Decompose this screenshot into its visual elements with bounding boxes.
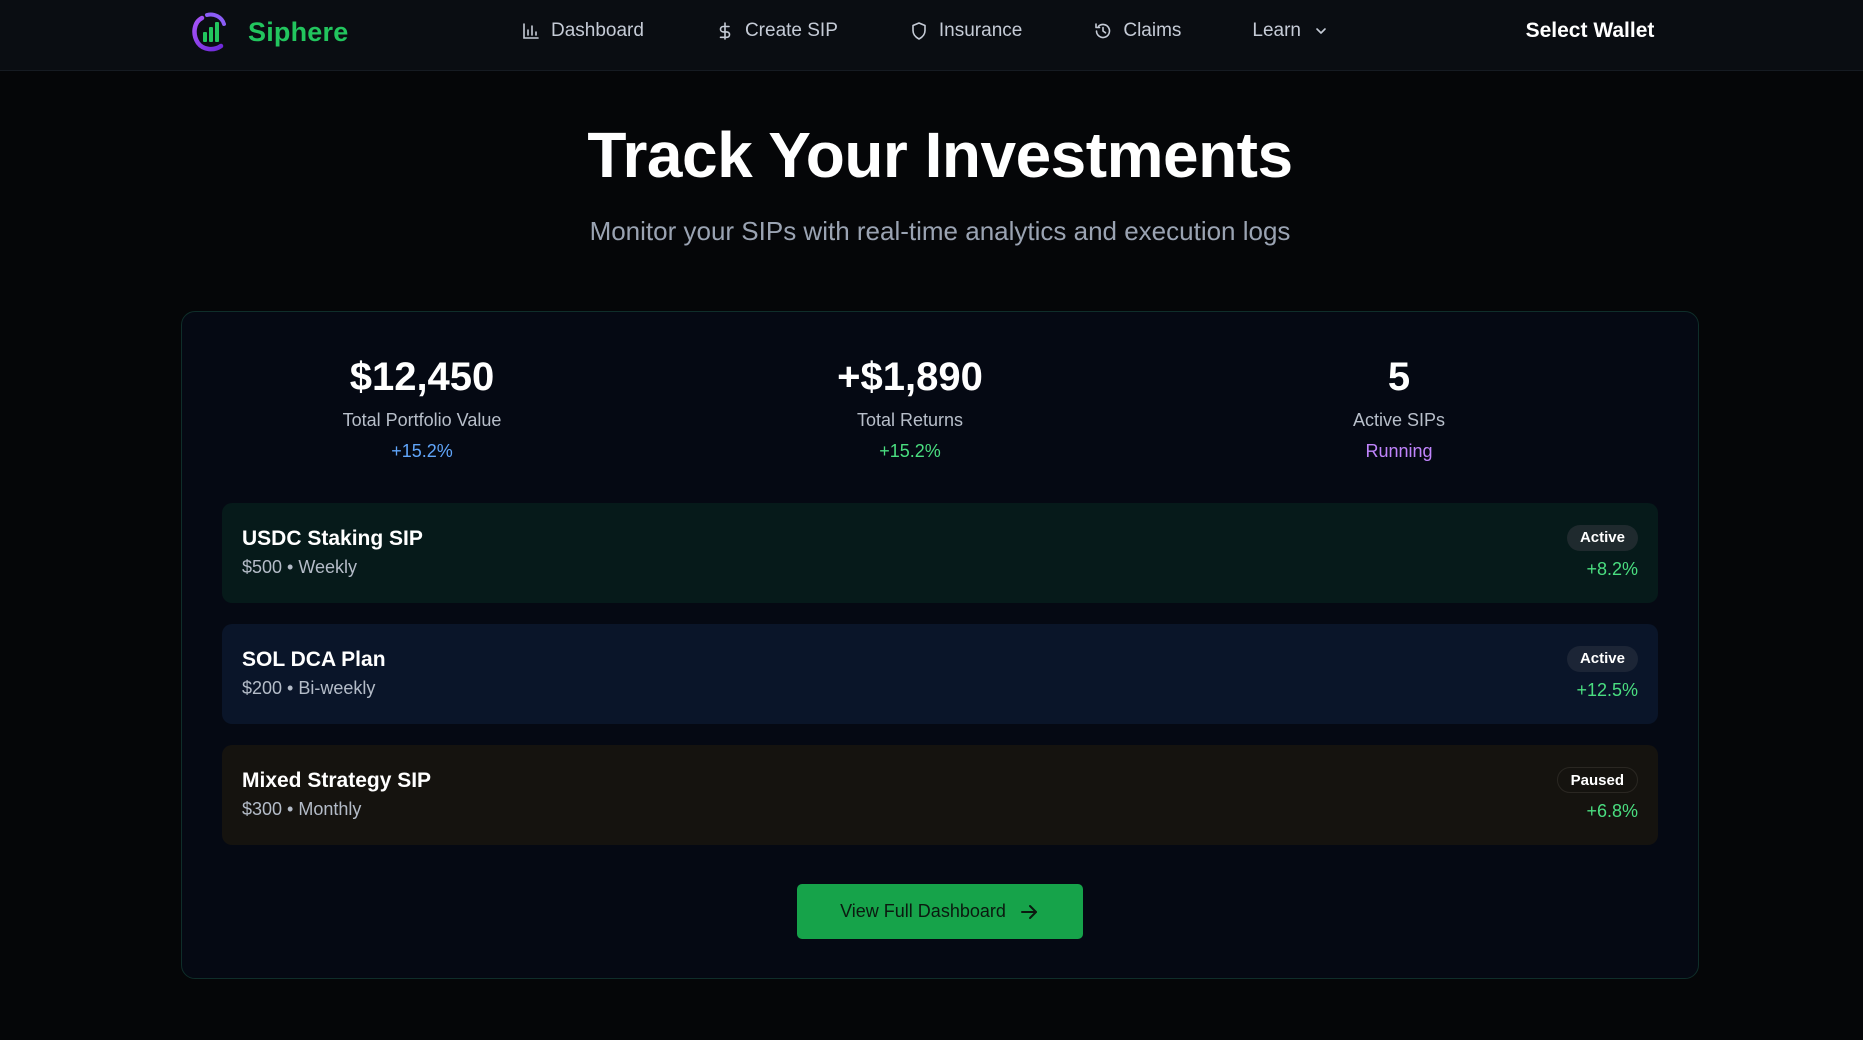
sip-meta: $500 • Weekly	[242, 557, 358, 577]
status-badge: Paused	[1556, 767, 1638, 793]
nav-insurance[interactable]: Insurance	[909, 20, 1022, 42]
stat-label: Active SIPs	[1352, 410, 1446, 430]
stat-change: +15.2%	[391, 441, 453, 461]
stat-value: 5	[1387, 355, 1411, 399]
stat-value: +$1,890	[837, 355, 983, 399]
page-title: Track Your Investments	[587, 119, 1293, 191]
sip-meta: $300 • Monthly	[242, 799, 362, 819]
nav-dashboard-label: Dashboard	[551, 20, 644, 41]
view-full-dashboard-button[interactable]: View Full Dashboard	[797, 884, 1083, 939]
nav-claims-label: Claims	[1123, 20, 1182, 41]
sip-name: SOL DCA Plan	[242, 648, 386, 671]
stat-value: $12,450	[349, 355, 495, 399]
stat-portfolio-value: $12,450 Total Portfolio Value +15.2%	[212, 352, 632, 462]
stat-label: Total Returns	[856, 410, 964, 430]
nav-learn-label: Learn	[1252, 20, 1302, 41]
stat-change: +15.2%	[879, 441, 941, 461]
stat-active-sips: 5 Active SIPs Running	[1189, 352, 1609, 462]
sip-name: USDC Staking SIP	[242, 527, 423, 550]
nav-insurance-label: Insurance	[938, 20, 1023, 41]
nav-claims[interactable]: Claims	[1093, 20, 1181, 42]
portfolio-card: $12,450 Total Portfolio Value +15.2% +$1…	[181, 311, 1699, 979]
sip-row-mixed-strategy[interactable]: Mixed Strategy SIP $300 • Monthly Paused…	[222, 745, 1658, 845]
stat-status: Running	[1365, 441, 1433, 461]
nav-learn-dropdown[interactable]: Learn	[1252, 20, 1331, 42]
page-subtitle: Monitor your SIPs with real-time analyti…	[589, 216, 1291, 246]
status-badge: Active	[1566, 646, 1638, 672]
cta-label: View Full Dashboard	[840, 901, 1006, 921]
sip-row-sol-dca[interactable]: SOL DCA Plan $200 • Bi-weekly Active +12…	[222, 624, 1658, 724]
brand-home-link[interactable]: Siphere	[190, 10, 348, 54]
brand-name: Siphere	[248, 16, 349, 47]
arrow-right-icon	[1020, 904, 1037, 919]
sip-meta: $200 • Bi-weekly	[242, 678, 376, 698]
status-badge: Active	[1566, 525, 1638, 551]
siphere-logo-icon	[192, 12, 226, 52]
top-navbar: Siphere Dashboard Create SIP Insurance C…	[0, 0, 1863, 71]
chevron-down-icon	[1316, 28, 1326, 34]
sip-return: +8.2%	[1586, 559, 1638, 579]
bar-chart-icon	[523, 23, 539, 39]
sip-name: Mixed Strategy SIP	[242, 769, 432, 792]
stat-total-returns: +$1,890 Total Returns +15.2%	[700, 352, 1120, 462]
nav-links: Dashboard Create SIP Insurance Claims Le…	[521, 0, 1331, 62]
select-wallet-button[interactable]: Select Wallet	[1510, 12, 1670, 50]
history-icon	[1095, 23, 1111, 39]
sip-row-usdc-staking[interactable]: USDC Staking SIP $500 • Weekly Active +8…	[222, 503, 1658, 603]
sip-return: +6.8%	[1586, 801, 1638, 821]
nav-create-sip[interactable]: Create SIP	[715, 20, 838, 42]
nav-dashboard[interactable]: Dashboard	[521, 20, 644, 42]
nav-create-sip-label: Create SIP	[744, 20, 838, 41]
shield-icon	[912, 22, 926, 40]
sip-return: +12.5%	[1576, 680, 1638, 700]
stat-label: Total Portfolio Value	[342, 410, 502, 430]
dollar-icon	[719, 22, 731, 40]
